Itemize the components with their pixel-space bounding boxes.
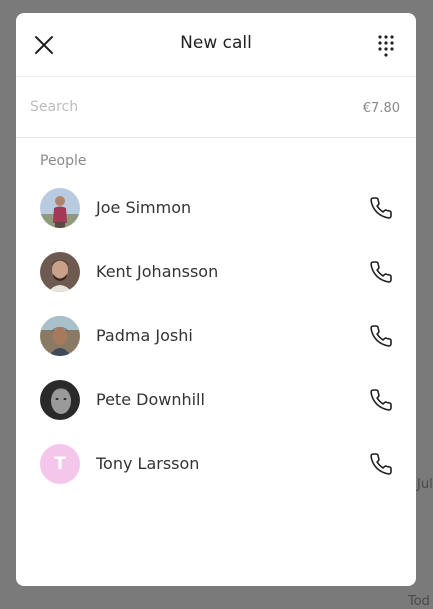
phone-icon — [370, 453, 392, 475]
new-call-dialog: New call €7.80 People — [16, 13, 416, 586]
contact-name: Kent Johansson — [96, 262, 219, 281]
contact-row-pete-downhill[interactable]: Pete Downhill — [16, 380, 416, 444]
contact-name: Tony Larsson — [96, 454, 200, 473]
dialpad-button[interactable] — [374, 33, 398, 57]
contact-name: Pete Downhill — [96, 390, 205, 409]
contact-row-padma-joshi[interactable]: Padma Joshi — [16, 316, 416, 380]
avatar — [40, 380, 80, 420]
close-button[interactable] — [32, 33, 56, 57]
phone-icon — [370, 261, 392, 283]
contact-row-joe-simmon[interactable]: Joe Simmon — [16, 188, 416, 252]
phone-icon — [370, 197, 392, 219]
dialog-header: New call — [16, 13, 416, 77]
credit-balance: €7.80 — [362, 101, 400, 116]
phone-icon — [370, 325, 392, 347]
dialpad-icon — [378, 35, 394, 57]
close-icon — [35, 36, 53, 54]
page-title: New call — [180, 33, 252, 53]
avatar — [40, 316, 80, 356]
search-row: €7.80 — [16, 77, 416, 138]
avatar — [40, 252, 80, 292]
search-input[interactable] — [28, 93, 332, 121]
contact-list: Joe Simmon Kent Johansson Padma Joshi Pe… — [16, 188, 416, 508]
background-text-jul: Jul — [417, 477, 433, 492]
background-text-tod: Tod — [408, 594, 430, 609]
contact-row-tony-larsson[interactable]: T Tony Larsson — [16, 444, 416, 508]
call-button[interactable] — [369, 196, 393, 220]
contact-row-kent-johansson[interactable]: Kent Johansson — [16, 252, 416, 316]
call-button[interactable] — [369, 324, 393, 348]
call-button[interactable] — [369, 260, 393, 284]
call-button[interactable] — [369, 388, 393, 412]
avatar — [40, 188, 80, 228]
phone-icon — [370, 389, 392, 411]
contact-name: Padma Joshi — [96, 326, 193, 345]
people-section-label: People — [40, 153, 87, 169]
contact-name: Joe Simmon — [96, 198, 192, 217]
avatar: T — [40, 444, 80, 484]
call-button[interactable] — [369, 452, 393, 476]
